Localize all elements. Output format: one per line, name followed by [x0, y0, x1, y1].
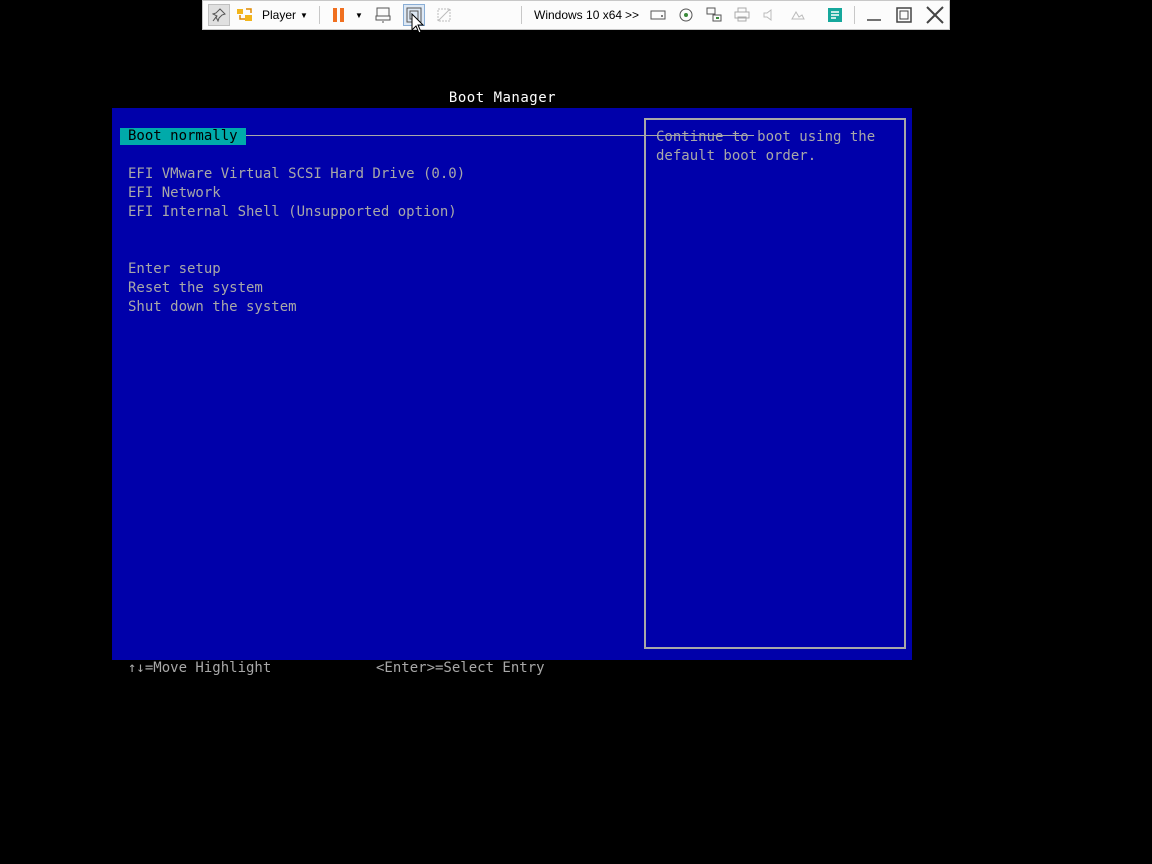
network-adapter-icon[interactable]	[703, 4, 725, 26]
send-ctrl-alt-del-icon[interactable]	[373, 4, 395, 26]
player-label: Player	[262, 8, 297, 22]
pause-dropdown-icon[interactable]: ▼	[353, 4, 365, 26]
close-icon[interactable]	[923, 4, 947, 26]
minimize-icon[interactable]	[863, 4, 885, 26]
unity-icon[interactable]	[433, 4, 455, 26]
boot-option-internal-shell[interactable]: EFI Internal Shell (Unsupported option)	[128, 203, 457, 222]
boot-option-hard-drive[interactable]: EFI VMware Virtual SCSI Hard Drive (0.0)	[128, 165, 465, 184]
cd-dvd-icon[interactable]	[675, 4, 697, 26]
overflow-icon[interactable]: >>	[623, 4, 641, 26]
boot-normally-option[interactable]: Boot normally	[120, 128, 246, 145]
toolbar-divider	[854, 6, 855, 24]
toolbar-divider	[521, 6, 522, 24]
vmware-toolbar: Player ▼ ▼ Windows 10 x64 >>	[202, 0, 950, 30]
mouse-cursor-icon	[411, 12, 425, 39]
printer-icon[interactable]	[731, 4, 753, 26]
message-log-icon[interactable]	[824, 4, 846, 26]
chevron-down-icon: ▼	[300, 10, 308, 20]
hard-disk-icon[interactable]	[647, 4, 669, 26]
enter-setup-option[interactable]: Enter setup	[128, 260, 221, 279]
sound-icon[interactable]	[759, 4, 781, 26]
library-icon[interactable]	[234, 4, 256, 26]
shutdown-system-option[interactable]: Shut down the system	[128, 298, 297, 317]
restore-icon[interactable]	[893, 4, 915, 26]
footer-move-highlight: ↑↓=Move Highlight	[128, 660, 272, 676]
vm-name: Windows 10 x64	[534, 8, 623, 22]
help-text: Continue to boot using the default boot …	[656, 129, 876, 164]
toolbar-divider	[319, 6, 320, 24]
footer-select-entry: <Enter>=Select Entry	[376, 660, 545, 676]
boot-manager-title: Boot Manager	[448, 90, 557, 106]
pin-icon[interactable]	[208, 4, 230, 26]
pause-icon[interactable]	[328, 4, 350, 26]
reset-system-option[interactable]: Reset the system	[128, 279, 263, 298]
usb-icon[interactable]	[787, 4, 809, 26]
boot-manager-panel: Boot normally EFI VMware Virtual SCSI Ha…	[112, 108, 912, 660]
boot-option-network[interactable]: EFI Network	[128, 184, 221, 203]
player-menu-button[interactable]: Player ▼	[262, 4, 314, 26]
help-panel: Continue to boot using the default boot …	[644, 118, 906, 649]
